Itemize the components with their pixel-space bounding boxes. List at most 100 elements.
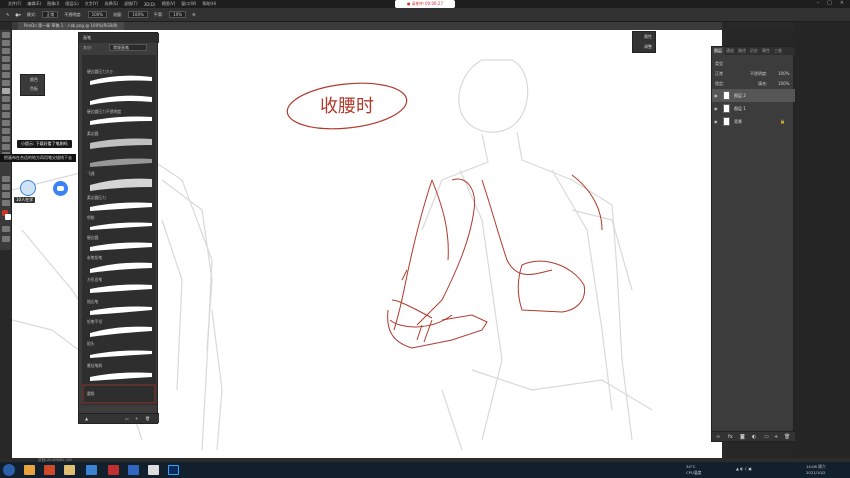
brush-item-label[interactable]: 硬边圆压力不透明度	[87, 109, 121, 115]
brush-item-label[interactable]: 铅笔平坦	[87, 319, 102, 325]
document-tab[interactable]: PenDn 第一章 草稿 1 · 人体.png @ 100%(RGB/8)	[18, 22, 124, 30]
explorer-icon[interactable]	[24, 465, 35, 475]
app-icon[interactable]	[44, 465, 55, 475]
zoom-tool-icon[interactable]	[2, 200, 10, 206]
adjustments-button[interactable]: 调整	[633, 42, 655, 52]
menu-select[interactable]: 选择(S)	[104, 1, 118, 7]
brush-list[interactable]: 硬边圆压力大小 硬边圆压力不透明度 柔边圆 飞溅 柔边圆压力 喷枪 硬边圆 炭笔…	[82, 55, 156, 405]
fill-input[interactable]: 100%	[778, 81, 789, 86]
path-select-icon[interactable]	[2, 176, 10, 182]
menu-window[interactable]: 窗口(W)	[181, 1, 196, 7]
layer-row[interactable]: ◉ 背景 🔒	[712, 115, 795, 128]
brush-item-label[interactable]: 方形旧笔	[87, 277, 102, 283]
avatar[interactable]	[20, 180, 36, 196]
brush-item-label[interactable]: 硬边圆	[87, 235, 98, 241]
layer-opacity-input[interactable]: 100%	[778, 71, 789, 76]
lasso-tool-icon[interactable]	[2, 48, 10, 54]
properties-button[interactable]: 属性	[633, 32, 655, 42]
tray-icons[interactable]: ▲ ◐ ♪ ▣	[736, 466, 752, 471]
blend-mode-select[interactable]: 正常	[715, 71, 723, 77]
menu-3d[interactable]: 3D(D)	[144, 2, 156, 7]
layer-kind-filter[interactable]: 类型	[715, 61, 723, 67]
adjustment-icon[interactable]: ◐	[752, 434, 756, 440]
menu-edit[interactable]: 编辑(E)	[27, 1, 41, 7]
gear-icon[interactable]: ⚙	[192, 12, 196, 17]
brush-item-label[interactable]: 圆角	[87, 391, 95, 397]
brush-item-label[interactable]: 炭笔铅笔	[87, 255, 102, 261]
minimize-icon[interactable]: –	[817, 0, 820, 8]
tab-paths[interactable]: 路径	[736, 47, 748, 55]
app-icon[interactable]	[108, 465, 119, 475]
opacity-input[interactable]: 100%	[87, 11, 108, 18]
quick-select-tool-icon[interactable]	[2, 56, 10, 62]
new-folder-icon[interactable]: ▭	[125, 416, 129, 421]
app-icon[interactable]	[86, 465, 97, 475]
group-icon[interactable]: ▭	[764, 434, 769, 440]
marquee-tool-icon[interactable]	[2, 40, 10, 46]
dodge-tool-icon[interactable]	[2, 136, 10, 142]
mode-select[interactable]: 正常	[42, 11, 59, 18]
menu-view[interactable]: 视图(V)	[161, 1, 175, 7]
brush-tool-icon[interactable]	[2, 88, 10, 94]
brush-item-label[interactable]: 硬边圆压力大小	[87, 69, 114, 75]
background-color-swatch[interactable]	[5, 214, 11, 220]
brush-item-label[interactable]: 喷枪	[87, 215, 95, 221]
screen-mode-icon[interactable]	[2, 236, 10, 242]
brush-item-label[interactable]: 柔边圆	[87, 131, 98, 137]
recording-indicator[interactable]: ● 录制中 00:06:27	[395, 0, 455, 8]
brush-item-label[interactable]: 柔边圆压力	[87, 195, 106, 201]
hand-tool-icon[interactable]	[2, 192, 10, 198]
tab-3d[interactable]: 三维	[772, 47, 784, 55]
tab-properties[interactable]: 属性	[760, 47, 772, 55]
start-button[interactable]	[3, 464, 15, 476]
photoshop-icon[interactable]	[168, 465, 179, 475]
healing-tool-icon[interactable]	[2, 80, 10, 86]
brush-preset-picker[interactable]: ●▾	[15, 12, 21, 17]
quick-mask-icon[interactable]	[2, 226, 10, 232]
menu-type[interactable]: 文字(Y)	[85, 1, 99, 7]
trash-icon[interactable]: 🗑	[784, 434, 790, 440]
mask-icon[interactable]: ◙	[740, 434, 745, 440]
tab-layers[interactable]: 图层	[712, 47, 724, 55]
link-icon[interactable]: ∞	[716, 434, 720, 440]
menu-layer[interactable]: 图层(L)	[65, 1, 78, 7]
tab-channels[interactable]: 通道	[724, 47, 736, 55]
folder-icon[interactable]	[64, 465, 75, 475]
brush-item-label[interactable]: 粗头	[87, 341, 95, 347]
eye-icon[interactable]: ◉	[714, 119, 718, 124]
stamp-tool-icon[interactable]	[2, 96, 10, 102]
eye-icon[interactable]: ◉	[714, 93, 718, 98]
color-panel-button[interactable]: 颜色	[21, 75, 44, 84]
new-layer-icon[interactable]: +	[774, 434, 778, 440]
history-brush-icon[interactable]	[2, 104, 10, 110]
brush-preset-select[interactable]: 常规画笔	[109, 44, 147, 51]
brush-item-label[interactable]: 最佳笔刷	[87, 363, 102, 369]
menu-filter[interactable]: 滤镜(T)	[124, 1, 138, 7]
trash-icon[interactable]: 🗑	[145, 416, 150, 421]
crop-tool-icon[interactable]	[2, 64, 10, 70]
new-brush-icon[interactable]: +	[135, 416, 138, 421]
eyedropper-tool-icon[interactable]	[2, 72, 10, 78]
menu-image[interactable]: 图像(I)	[47, 1, 59, 7]
brush-toggle-icon[interactable]: ▲	[85, 416, 88, 421]
menu-file[interactable]: 文件(F)	[8, 1, 21, 7]
gradient-tool-icon[interactable]	[2, 120, 10, 126]
blur-tool-icon[interactable]	[2, 128, 10, 134]
close-icon[interactable]: ×	[840, 0, 844, 8]
chat-icon[interactable]	[53, 181, 68, 196]
browser-icon[interactable]	[148, 465, 159, 475]
move-tool-icon[interactable]	[2, 32, 10, 38]
smooth-input[interactable]: 10%	[169, 11, 187, 18]
maximize-icon[interactable]: □	[827, 0, 832, 8]
layer-row[interactable]: ◉ 图层 1	[712, 102, 795, 115]
clock-date[interactable]: 2021/10/2	[806, 470, 825, 475]
eye-icon[interactable]: ◉	[714, 106, 718, 111]
layer-row[interactable]: ◉ 图层 2	[712, 89, 795, 102]
pen-tool-icon[interactable]	[2, 144, 10, 150]
menu-help[interactable]: 帮助(H)	[202, 1, 216, 7]
fx-icon[interactable]: fx	[728, 434, 733, 440]
eraser-tool-icon[interactable]	[2, 112, 10, 118]
flow-input[interactable]: 100%	[128, 11, 148, 18]
brush-tool-icon[interactable]: ✎	[6, 12, 9, 17]
shape-tool-icon[interactable]	[2, 184, 10, 190]
